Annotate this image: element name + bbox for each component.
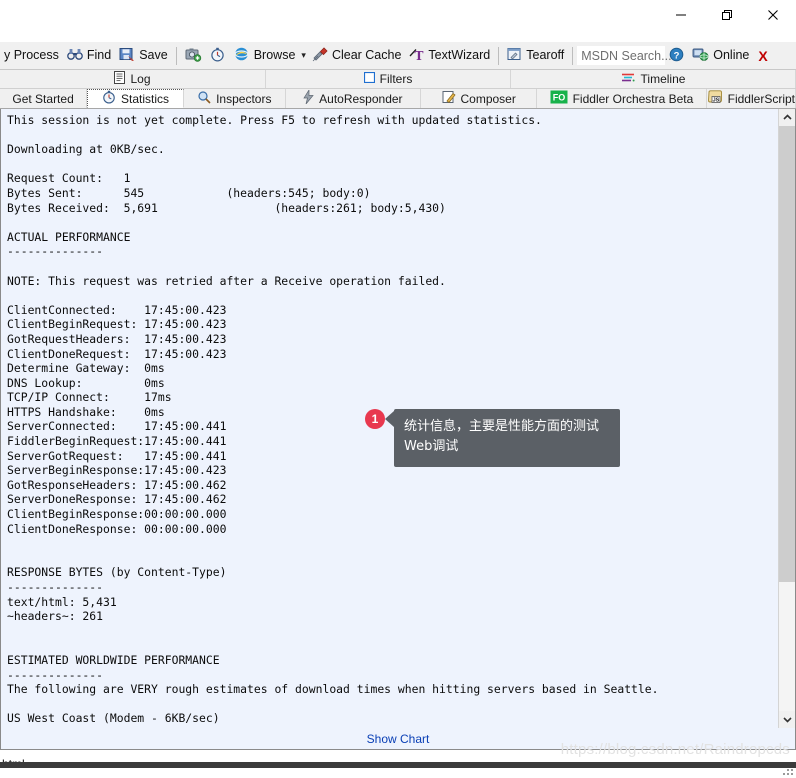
capture-snapshot-button[interactable] <box>181 43 206 69</box>
tab-fiddlerscript[interactable]: JS FiddlerScript <box>706 89 796 108</box>
chevron-down-icon <box>782 717 792 723</box>
process-filter-label: y Process <box>4 48 59 63</box>
minimize-button[interactable] <box>658 0 704 30</box>
clear-cache-icon <box>312 46 328 65</box>
svg-text:?: ? <box>674 50 680 61</box>
callout-line-1: 统计信息，主要是性能方面的测试 <box>404 419 600 434</box>
tab-statistics-label: Statistics <box>121 91 170 106</box>
callout-arrow-icon <box>385 411 394 427</box>
scroll-up-button[interactable] <box>779 109 795 126</box>
tab-autoresponder[interactable]: AutoResponder <box>285 88 422 108</box>
show-chart-link[interactable]: Show Chart <box>367 732 430 746</box>
online-button[interactable]: Online <box>688 43 753 69</box>
restore-icon <box>722 10 732 20</box>
tab-filters-label: Filters <box>379 72 413 86</box>
minimize-icon <box>676 14 686 16</box>
tab-composer-label: Composer <box>460 91 516 106</box>
scrollbar-track[interactable] <box>779 126 795 711</box>
tab-fiddler-orchestra-beta[interactable]: FO Fiddler Orchestra Beta <box>537 89 707 108</box>
pencil-icon <box>442 90 456 107</box>
filters-icon <box>363 71 375 86</box>
clear-cache-label: Clear Cache <box>331 48 402 63</box>
browse-button[interactable]: Browse <box>229 43 300 69</box>
toolbar-separator-2 <box>498 46 500 65</box>
tab-log-label: Log <box>130 72 151 86</box>
tab-timeline-label: Timeline <box>640 72 686 86</box>
fo-icon: FO <box>550 90 568 107</box>
chevron-up-icon <box>782 114 792 120</box>
process-filter-button[interactable]: y Process <box>0 43 63 69</box>
close-button[interactable] <box>750 0 796 30</box>
tab-get-started[interactable]: Get Started <box>0 89 88 108</box>
svg-text:FO: FO <box>552 93 565 103</box>
clear-cache-button[interactable]: Clear Cache <box>308 43 405 69</box>
browse-dropdown-caret-icon[interactable]: ▾ <box>299 50 308 61</box>
tab-filters[interactable]: Filters <box>266 70 511 88</box>
annotation-callout: 1 统计信息，主要是性能方面的测试 Web调试 <box>365 409 620 467</box>
svg-text:JS: JS <box>712 97 719 103</box>
textwizard-icon: T <box>409 47 424 65</box>
help-button[interactable]: ? <box>665 43 688 69</box>
callout-number-badge: 1 <box>365 409 385 429</box>
tab-composer[interactable]: Composer <box>421 89 538 108</box>
tab-autoresponder-label: AutoResponder <box>319 91 403 106</box>
content-area: This session is not yet complete. Press … <box>0 109 796 728</box>
lightning-icon <box>303 88 314 107</box>
tab-fiddlerscript-label: FiddlerScript <box>727 91 795 106</box>
camera-add-icon <box>185 47 202 65</box>
title-bar <box>0 0 796 42</box>
internet-explorer-icon <box>233 46 250 65</box>
timeline-icon <box>621 72 636 87</box>
svg-text:T: T <box>415 49 424 62</box>
secondary-tab-row: Get Started Statistics Inspectors AutoRe… <box>0 88 796 109</box>
scroll-down-button[interactable] <box>779 711 795 728</box>
tab-timeline[interactable]: Timeline <box>511 70 796 88</box>
toolbar-separator-1 <box>175 46 177 65</box>
tab-log[interactable]: Log <box>0 70 266 88</box>
help-question-icon: ? <box>669 47 684 65</box>
save-button[interactable]: Save <box>115 43 172 69</box>
show-chart-bar: Show Chart <box>0 728 796 750</box>
online-label: Online <box>713 48 750 63</box>
save-label: Save <box>139 48 168 63</box>
textwizard-button[interactable]: T TextWizard <box>405 43 494 69</box>
tearoff-button[interactable]: Tearoff <box>503 43 568 69</box>
find-label: Find <box>86 48 112 63</box>
msdn-search-input[interactable]: MSDN Search... <box>577 46 672 65</box>
online-globe-icon <box>692 47 709 65</box>
primary-tab-row: Log Filters Timeline <box>0 70 796 89</box>
main-toolbar: y Process Find Save Browse ▾ Clear Cache… <box>0 42 796 70</box>
scrollbar-thumb[interactable] <box>779 126 795 583</box>
stopwatch-icon <box>210 47 225 65</box>
magnifier-icon <box>197 90 211 107</box>
tearoff-label: Tearoff <box>526 48 565 63</box>
bottom-strip <box>0 762 796 768</box>
toolbar-separator-3 <box>572 46 574 65</box>
tab-fiddler-orchestra-label: Fiddler Orchestra Beta <box>572 91 694 106</box>
save-disk-icon <box>119 47 135 65</box>
tab-inspectors[interactable]: Inspectors <box>183 89 286 108</box>
textwizard-label: TextWizard <box>428 48 491 63</box>
toolbar-close-x-button[interactable]: X <box>753 48 772 64</box>
callout-body: 统计信息，主要是性能方面的测试 Web调试 <box>394 409 620 467</box>
find-button[interactable]: Find <box>63 43 115 69</box>
tab-statistics[interactable]: Statistics <box>87 89 184 108</box>
tearoff-window-icon <box>507 47 522 64</box>
vertical-scrollbar[interactable] <box>778 109 795 728</box>
timer-button[interactable] <box>206 43 229 69</box>
tab-inspectors-label: Inspectors <box>216 91 272 106</box>
close-icon <box>768 10 778 20</box>
stopwatch-icon <box>102 90 116 107</box>
maximize-button[interactable] <box>704 0 750 30</box>
browse-label: Browse <box>253 48 296 63</box>
log-icon <box>114 71 126 87</box>
callout-line-2: Web调试 <box>404 439 459 454</box>
binoculars-icon <box>67 47 83 64</box>
tab-get-started-label: Get Started <box>12 91 74 106</box>
js-scroll-icon: JS <box>707 90 723 107</box>
